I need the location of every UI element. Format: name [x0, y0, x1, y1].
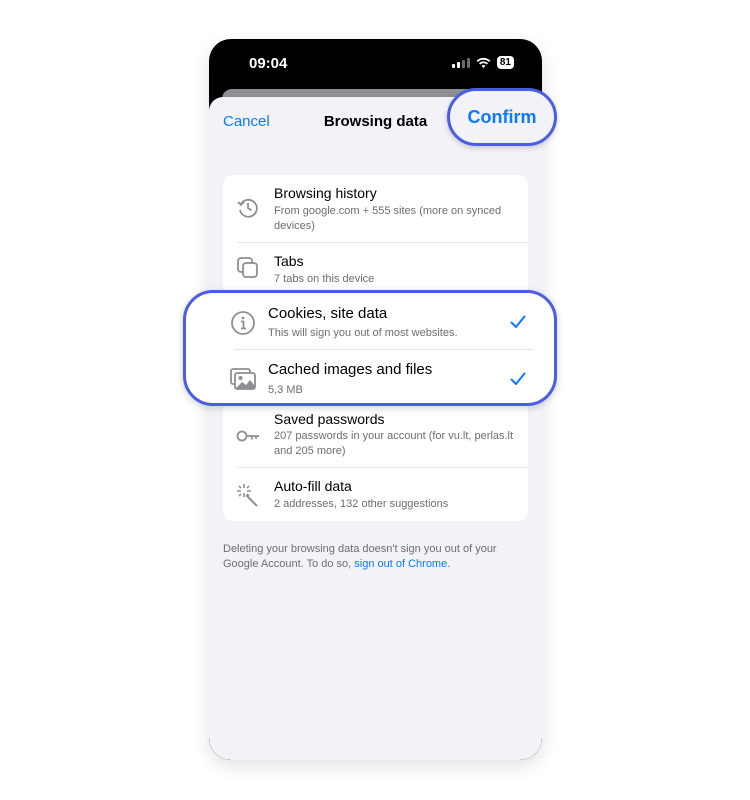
- item-title: Cookies, site data: [268, 305, 388, 322]
- checkmark-icon: [510, 315, 526, 328]
- item-subtitle: 5,3 MB: [268, 384, 303, 396]
- list-item-browsing-history[interactable]: Browsing history From google.com + 555 s…: [223, 175, 528, 242]
- battery-icon: 81: [496, 56, 514, 69]
- list-item-cached-images[interactable]: Cached images and files 5,3 MB: [186, 350, 554, 406]
- images-icon: [230, 368, 256, 390]
- info-icon: [231, 311, 255, 335]
- magic-wand-icon: [237, 484, 258, 507]
- item-subtitle: 2 addresses, 132 other suggestions: [274, 498, 449, 510]
- confirm-label: Confirm: [467, 106, 537, 127]
- tabs-icon: [237, 257, 258, 278]
- footer-end: .: [447, 558, 451, 570]
- checkmark-icon: [510, 372, 526, 385]
- key-icon: [236, 430, 259, 442]
- item-subtitle: This will sign you out of most websites.: [268, 327, 458, 339]
- browsing-data-sheet: Cancel Browsing data Browsing history Fr…: [209, 97, 542, 760]
- item-subtitle: 207 passwords in your account (for vu.lt…: [274, 430, 514, 457]
- highlighted-selection: Cookies, site data This will sign you ou…: [183, 290, 557, 406]
- item-title: Auto-fill data: [274, 478, 352, 494]
- status-icons: 81: [451, 56, 514, 69]
- item-title: Cached images and files: [268, 361, 433, 378]
- history-icon: [237, 198, 258, 218]
- footer-note: Deleting your browsing data doesn't sign…: [223, 542, 528, 572]
- signal-icon: [451, 57, 470, 68]
- wifi-icon: [476, 57, 491, 68]
- list-item-autofill-data[interactable]: Auto-fill data 2 addresses, 132 other su…: [223, 468, 528, 520]
- item-subtitle: 7 tabs on this device: [274, 273, 375, 285]
- list-item-tabs[interactable]: Tabs 7 tabs on this device: [223, 243, 528, 291]
- sign-out-link[interactable]: sign out of Chrome: [354, 558, 447, 570]
- item-title: Browsing history: [274, 185, 377, 201]
- list-item-saved-passwords[interactable]: Saved passwords 207 passwords in your ac…: [223, 407, 528, 467]
- confirm-button[interactable]: Confirm: [447, 88, 557, 146]
- item-subtitle: From google.com + 555 sites (more on syn…: [274, 205, 502, 232]
- status-time: 09:04: [249, 55, 288, 72]
- item-title: Saved passwords: [274, 411, 385, 427]
- list-item-cookies-site-data[interactable]: Cookies, site data This will sign you ou…: [186, 293, 554, 349]
- item-title: Tabs: [274, 253, 304, 269]
